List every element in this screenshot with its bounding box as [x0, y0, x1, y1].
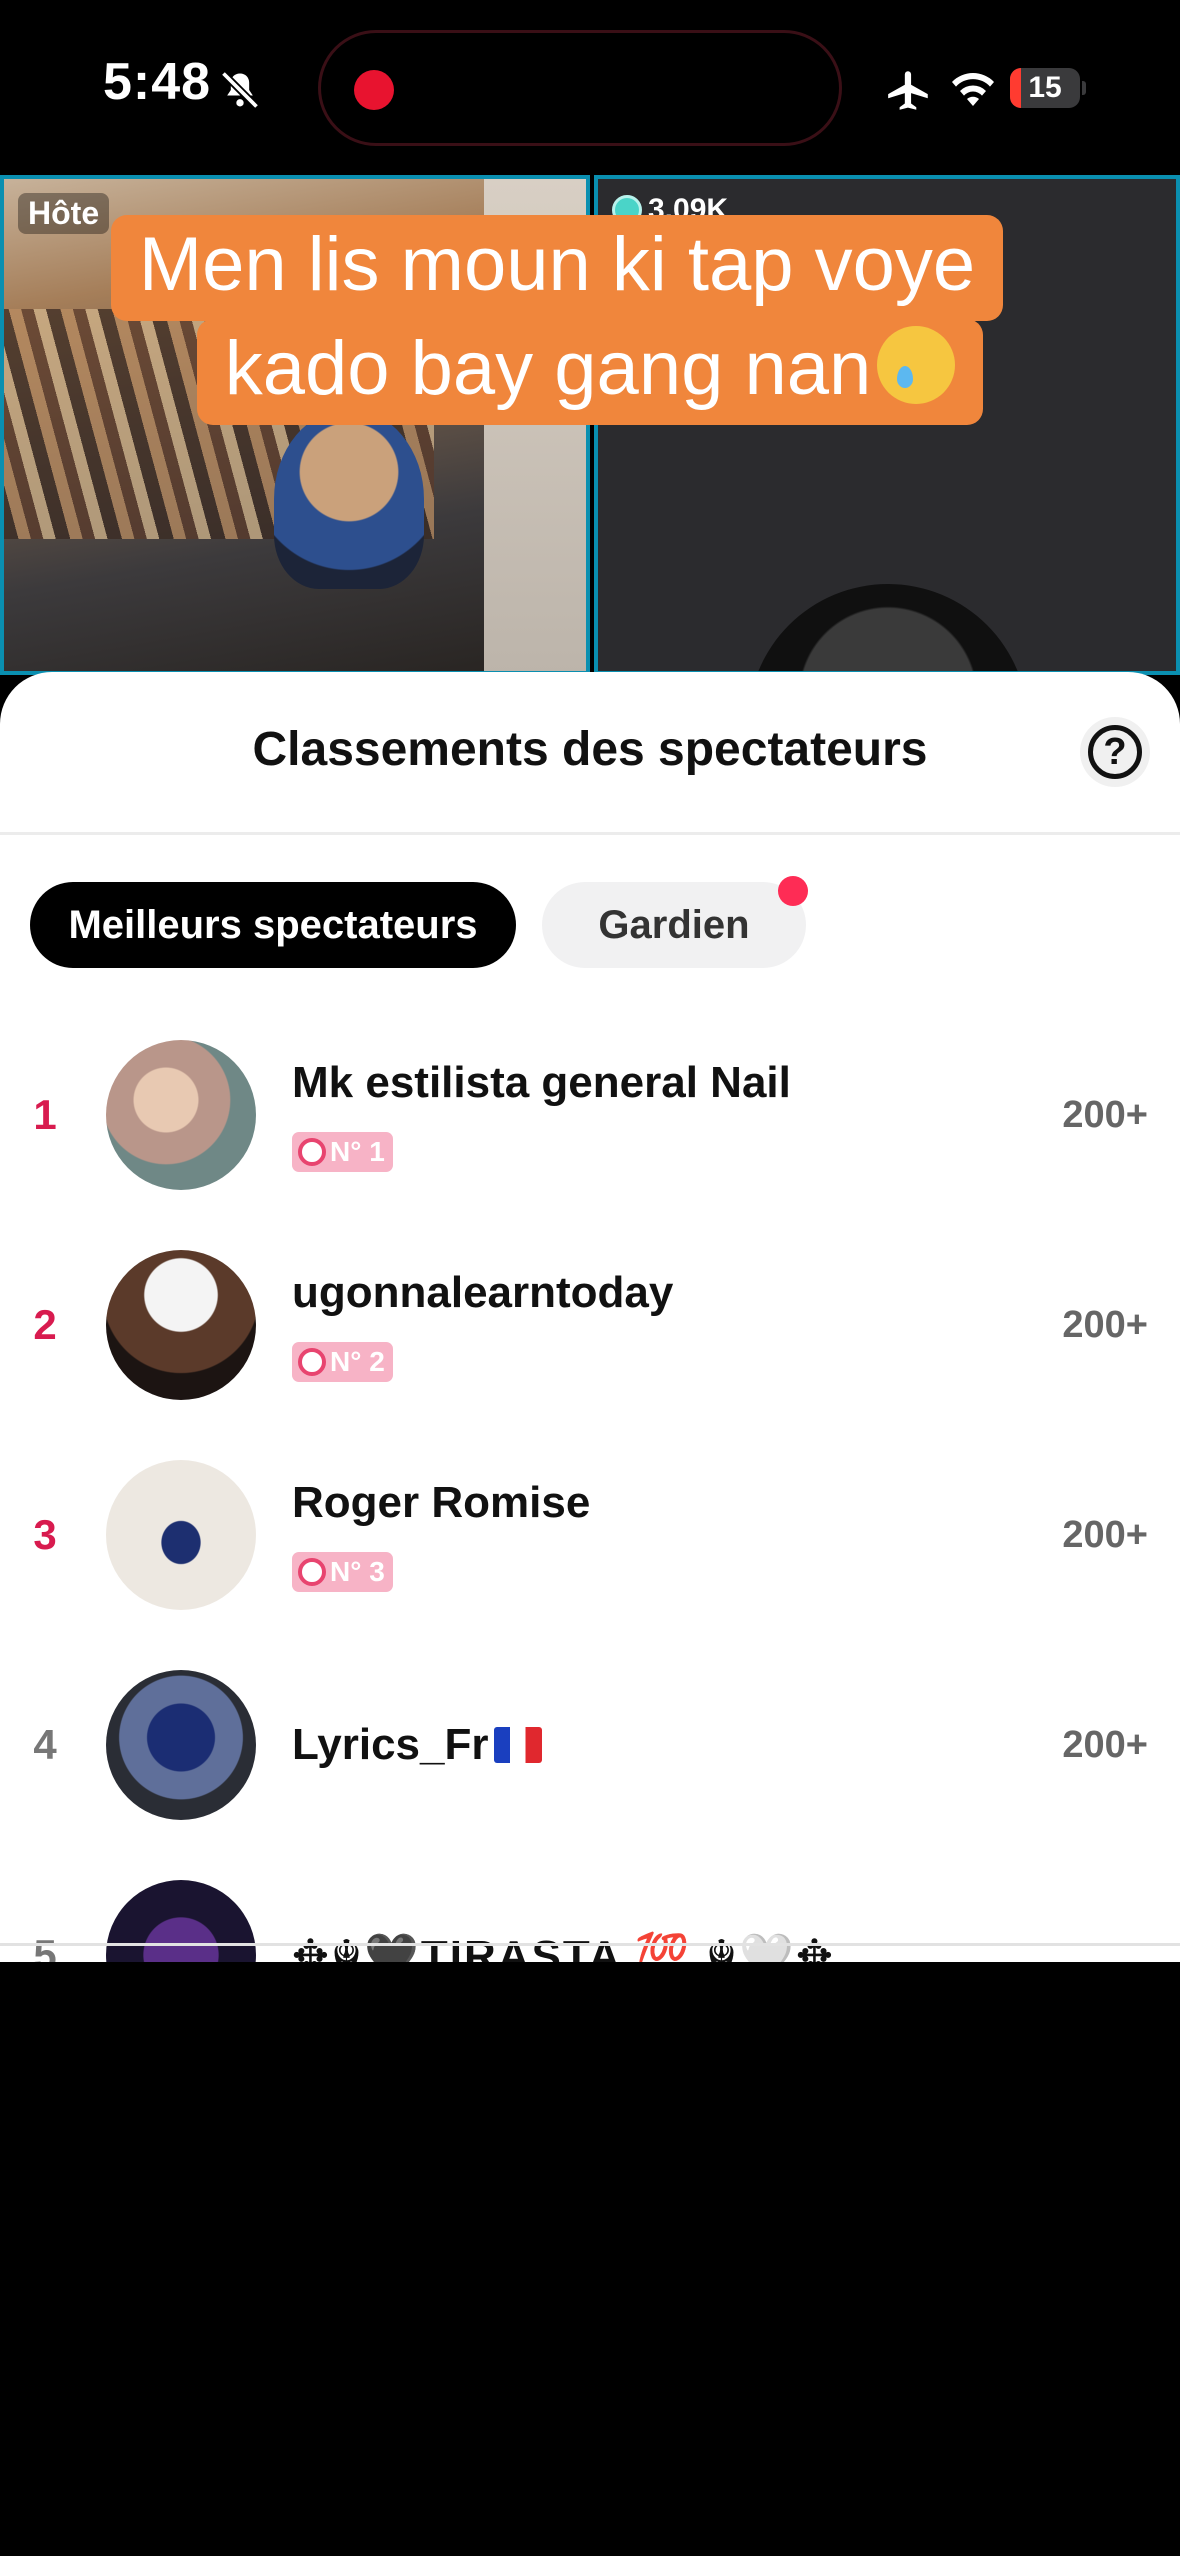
- ranking-tabs: Meilleurs spectateurs Gardien: [30, 876, 808, 968]
- avatar[interactable]: [106, 1880, 256, 1962]
- mural-figure: [274, 409, 424, 589]
- battery-percent: 15: [1028, 71, 1062, 104]
- rank-number: 1: [33, 1091, 57, 1138]
- tab-guardian-label: Gardien: [598, 903, 750, 947]
- avatar[interactable]: [106, 1040, 256, 1190]
- list-item[interactable]: 5 ✥☬🖤TIRASTA 💯 ☬🤍✥: [0, 1880, 1180, 1962]
- rank-badge: N° 2: [292, 1342, 393, 1382]
- caption-line-2: kado bay gang nan: [196, 319, 984, 425]
- dynamic-island: [318, 30, 842, 146]
- tab-top-viewers[interactable]: Meilleurs spectateurs: [30, 882, 516, 968]
- france-flag-icon: [494, 1727, 543, 1763]
- sheet-header: Classements des spectateurs ?: [0, 672, 1180, 835]
- caption-line-2-text: kado bay gang nan: [224, 326, 872, 411]
- status-time: 5:48: [103, 53, 212, 111]
- rank-number: 4: [33, 1721, 57, 1768]
- sheet-bottom-divider: [0, 1943, 1180, 1946]
- viewer-ranking-sheet: Classements des spectateurs ? Meilleurs …: [0, 672, 1180, 1962]
- viewer-score: 200+: [1062, 1724, 1148, 1766]
- list-item[interactable]: 1 Mk estilista general Nail N° 1 200+: [0, 1040, 1180, 1250]
- screen: 5:48 15 Hôte 3.09K Men lis moun ki tap v…: [0, 0, 1180, 2556]
- viewer-list: 1 Mk estilista general Nail N° 1 200+ 2 …: [0, 1040, 1180, 1962]
- viewer-name-row[interactable]: Lyrics_Fr: [292, 1720, 543, 1770]
- battery-icon: 15: [1010, 68, 1086, 108]
- video-caption: Men lis moun ki tap voye kado bay gang n…: [0, 215, 1180, 425]
- viewer-score: 200+: [1062, 1304, 1148, 1346]
- sheet-title: Classements des spectateurs: [252, 723, 928, 776]
- question-icon: ?: [1088, 725, 1142, 779]
- guest-avatar: [748, 584, 1028, 671]
- avatar[interactable]: [106, 1670, 256, 1820]
- viewer-name[interactable]: ugonnalearntoday: [292, 1268, 673, 1318]
- tab-guardian[interactable]: Gardien: [542, 876, 808, 968]
- help-button[interactable]: ?: [1080, 717, 1150, 787]
- rank-badge: N° 1: [292, 1132, 393, 1172]
- avatar[interactable]: [106, 1460, 256, 1610]
- viewer-name: Lyrics_Fr: [292, 1720, 489, 1769]
- list-item[interactable]: 2 ugonnalearntoday N° 2 200+: [0, 1250, 1180, 1460]
- rank-badge-label: N° 2: [330, 1346, 385, 1377]
- alarm-icon: [298, 1558, 326, 1586]
- viewer-name[interactable]: ✥☬🖤TIRASTA 💯 ☬🤍✥: [292, 1930, 835, 1962]
- rank-badge-label: N° 1: [330, 1136, 385, 1167]
- notification-dot-icon: [778, 876, 808, 906]
- airplane-icon: [888, 71, 928, 110]
- avatar[interactable]: [106, 1250, 256, 1400]
- record-dot-icon: [354, 70, 394, 110]
- list-item[interactable]: 4 Lyrics_Fr 200+: [0, 1670, 1180, 1880]
- rank-number: 2: [33, 1301, 57, 1348]
- viewer-score: 200+: [1062, 1094, 1148, 1136]
- viewer-name[interactable]: Mk estilista general Nail: [292, 1058, 791, 1108]
- bell-slash-icon: [220, 70, 260, 110]
- wifi-icon: [952, 73, 994, 106]
- alarm-icon: [298, 1348, 326, 1376]
- viewer-name[interactable]: Roger Romise: [292, 1478, 590, 1528]
- rank-number: 3: [33, 1511, 57, 1558]
- rank-number: 5: [33, 1931, 57, 1962]
- crying-face-icon: [877, 326, 956, 404]
- list-item[interactable]: 3 Roger Romise N° 3 200+: [0, 1460, 1180, 1670]
- caption-line-1: Men lis moun ki tap voye: [110, 215, 1004, 321]
- alarm-icon: [298, 1138, 326, 1166]
- status-bar: 5:48 15: [0, 0, 1180, 175]
- rank-badge: N° 3: [292, 1552, 393, 1592]
- viewer-score: 200+: [1062, 1514, 1148, 1556]
- rank-badge-label: N° 3: [330, 1556, 385, 1587]
